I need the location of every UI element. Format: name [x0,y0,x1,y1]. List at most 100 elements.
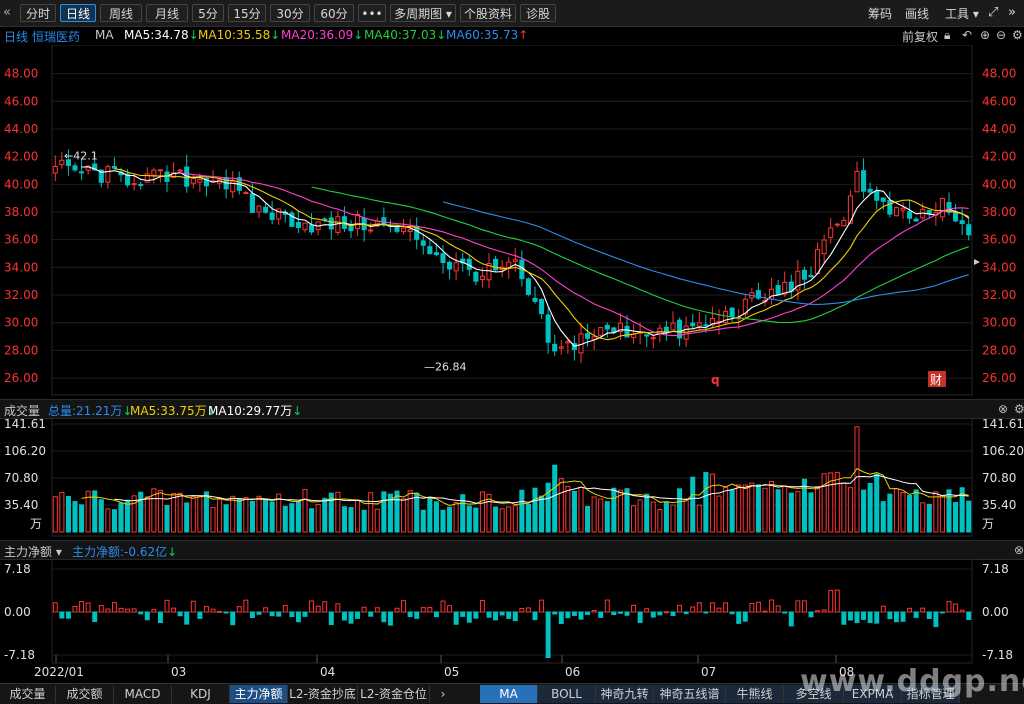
indicator-tab-4[interactable]: 主力净额 [230,685,288,703]
candle-body [433,252,439,256]
tab-6[interactable]: 30分 [270,4,310,22]
candle-body [447,261,453,270]
tab-2[interactable]: 周线 [100,4,142,22]
netflow-bar [617,611,623,614]
candle-body [302,222,308,231]
netflow-bar [328,611,334,626]
netflow-bar [755,601,761,613]
price-tick-left: 48.00 [4,67,38,81]
volume-bar [650,501,656,533]
tab-9[interactable]: 多周期图 ▾ [390,4,456,22]
netflow-bar [959,609,965,613]
volume-bar [933,491,939,533]
volume-bar [479,491,485,533]
tab-4[interactable]: 5分 [192,4,224,22]
indicator-tab-5[interactable]: L2-资金抄底 [288,685,358,703]
netflow-bar [65,611,71,619]
overlay-tab-3[interactable]: 神奇五线谱 [654,685,726,703]
volume-chart[interactable]: 141.61 141.61 106.20 106.20 70.80 70.80 35.40 3… [0,418,1024,538]
volume-bar [407,490,413,533]
candle-body [663,326,669,332]
collapse-icon[interactable]: » [1008,5,1016,20]
settings-icon[interactable]: ⚙ [1012,28,1023,42]
date-label: 2022/01 [34,665,84,679]
overlay-tab-0[interactable]: MA [480,685,538,703]
candle-body [867,188,873,193]
indicator-tab-3[interactable]: KDJ [172,685,230,703]
settings-icon[interactable]: ⚙ [1014,402,1024,416]
kline-chart[interactable]: 48.00 48.00 46.00 46.00 44.00 44.00 42.00 42.00… [0,45,1024,397]
indicator-tab-6[interactable]: L2-资金仓位 [358,685,430,703]
expand-icon[interactable]: ⤢ [988,5,998,20]
tab-0[interactable]: 分时 [20,4,56,22]
stock-name[interactable]: 恒瑞医药 [32,28,80,45]
candle-body [348,225,354,232]
netflow-bar [815,610,821,613]
chip-button[interactable]: 筹码 [868,5,892,22]
price-tick-right: 34.00 [982,260,1016,274]
netflow-bar [460,611,466,617]
netflow-bar [716,607,722,613]
volume-bar [946,489,952,533]
netflow-bar [381,611,387,623]
volume-title[interactable]: 成交量 [4,402,40,419]
netflow-bar [933,611,939,628]
volume-bar [282,505,288,533]
netflow-bar [913,611,919,618]
netflow-bar [453,611,459,625]
undo-icon[interactable]: ↶ [962,28,972,42]
volume-tick-right: 106.20 [982,444,1024,458]
zoom-out-icon[interactable]: ⊖ [996,28,1006,42]
candle-body [801,269,807,280]
zoom-in-icon[interactable]: ⊕ [980,28,990,42]
adjust-select[interactable]: 前复权 [902,28,938,45]
volume-bar [762,487,768,533]
price-tick-left: 34.00 [4,260,38,274]
netflow-title[interactable]: 主力净额 ▾ [4,543,62,560]
ma40-value: MA40:37.03↓ [364,28,447,42]
netflow-bar [585,611,591,615]
netflow-bar [939,611,945,614]
volume-bar [617,489,623,533]
candle-body [946,202,952,213]
candle-body [532,297,538,302]
candle-body [815,249,821,274]
lock-icon[interactable]: 🔒︎ [944,28,950,43]
netflow-bar [512,611,518,622]
netflow-bar [479,600,485,613]
volume-bar [966,500,972,533]
netflow-bar [341,611,347,621]
candle-body [578,333,584,354]
tab-11[interactable]: 诊股 [520,4,556,22]
netflow-bar [368,611,374,617]
indicator-tab-0[interactable]: 成交量 [0,685,56,703]
close-icon[interactable]: ⊗ [1014,543,1024,557]
overlay-tab-1[interactable]: BOLL [538,685,596,703]
tab-5[interactable]: 15分 [228,4,266,22]
chevron-right-icon[interactable]: › [434,685,452,703]
volume-bar [887,493,893,533]
volume-bar [552,464,558,533]
tab-1[interactable]: 日线 [60,4,96,22]
tab-10[interactable]: 个股资料 [460,4,516,22]
tab-8[interactable]: ••• [358,4,386,22]
top-toolbar: « 分时 日线 周线 月线 5分 15分 30分 60分 ••• 多周期图 ▾ 个股资料 诊股 筹码 … [0,0,1024,27]
tab-3[interactable]: 月线 [146,4,188,22]
candle-body [394,226,400,232]
draw-line-button[interactable]: 画线 [905,5,929,22]
volume-bar [249,500,255,533]
indicator-name[interactable]: MA [95,28,114,42]
double-chevron-left-icon[interactable]: « [3,5,11,20]
overlay-tab-2[interactable]: 神奇九转 [596,685,654,703]
close-icon[interactable]: ⊗ [998,402,1008,416]
indicator-tab-2[interactable]: MACD [114,685,172,703]
netflow-bar [821,609,827,613]
netflow-bar [125,608,131,613]
overlay-tab-4[interactable]: 牛熊线 [726,685,784,703]
indicator-tab-1[interactable]: 成交额 [56,685,114,703]
volume-bar [381,491,387,533]
tab-7[interactable]: 60分 [314,4,354,22]
candle-body [355,214,361,230]
candle-body [111,166,117,169]
tools-button[interactable]: 工具 ▾ [945,5,979,22]
